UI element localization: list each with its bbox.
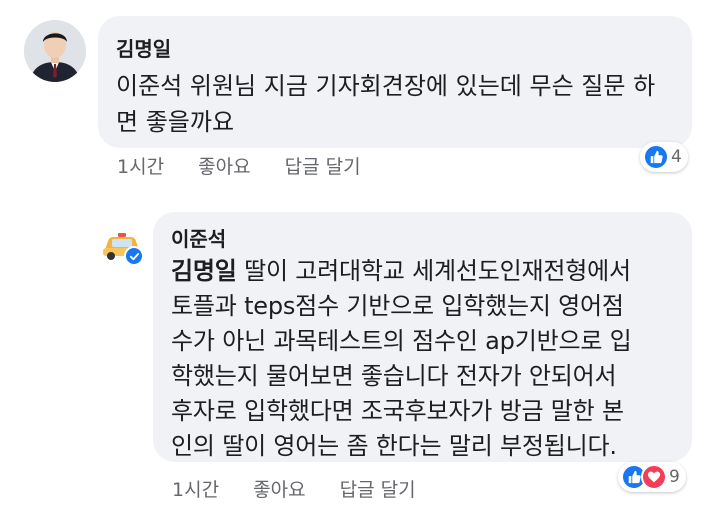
comment-line: 후자로 입학했다면 조국후보자가 방금 말한 본 [171, 397, 624, 425]
like-icon [643, 144, 669, 170]
comment-bubble: 이준석 김명일 딸이 고려대학교 세계선도인재전형에서 토플과 teps점수 기… [153, 212, 692, 462]
love-icon [641, 464, 667, 490]
reply-button[interactable]: 답글 달기 [285, 152, 361, 179]
profile-photo [24, 20, 86, 82]
mention-tag[interactable]: 김명일 [171, 257, 237, 285]
reply-button[interactable]: 답글 달기 [340, 475, 416, 502]
verified-badge-icon [124, 246, 144, 266]
reaction-summary[interactable]: 9 [618, 462, 686, 492]
comment-text: 김명일 딸이 고려대학교 세계선도인재전형에서 토플과 teps점수 기반으로 … [171, 254, 681, 464]
comment-line: 김명일 딸이 고려대학교 세계선도인재전형에서 [171, 254, 681, 289]
like-button[interactable]: 좋아요 [198, 152, 250, 179]
comment-line: 수가 아닌 과목테스트의 점수인 ap기반으로 입 [171, 327, 632, 355]
comment-line: 인의 딸이 영어는 좀 한다는 말리 부정됩니다. [171, 432, 617, 460]
reaction-count: 4 [671, 147, 682, 167]
like-button[interactable]: 좋아요 [253, 475, 305, 502]
comment-actions: 1시간 좋아요 답글 달기 [117, 152, 361, 179]
comment-author[interactable]: 김명일 [116, 33, 171, 62]
comment-text: 이준석 위원님 지금 기자회견장에 있는데 무슨 질문 하면 좋을까요 [116, 72, 656, 136]
comment-actions: 1시간 좋아요 답글 달기 [172, 475, 416, 502]
comment-line-text: 딸이 고려대학교 세계선도인재전형에서 [236, 257, 631, 285]
reaction-count: 9 [669, 467, 680, 487]
comment-timestamp[interactable]: 1시간 [117, 152, 164, 179]
avatar[interactable] [24, 20, 86, 82]
comment-line: 학했는지 물어보면 좋습니다 전자가 안되어서 [171, 362, 617, 390]
comment-line: 토플과 teps점수 기반으로 입학했는지 영어점 [171, 292, 624, 320]
comment-bubble: 김명일 이준석 위원님 지금 기자회견장에 있는데 무슨 질문 하면 좋을까요 [98, 16, 692, 148]
reaction-summary[interactable]: 4 [640, 142, 688, 172]
comment-author[interactable]: 이준석 [171, 223, 226, 252]
comment-timestamp[interactable]: 1시간 [172, 475, 219, 502]
